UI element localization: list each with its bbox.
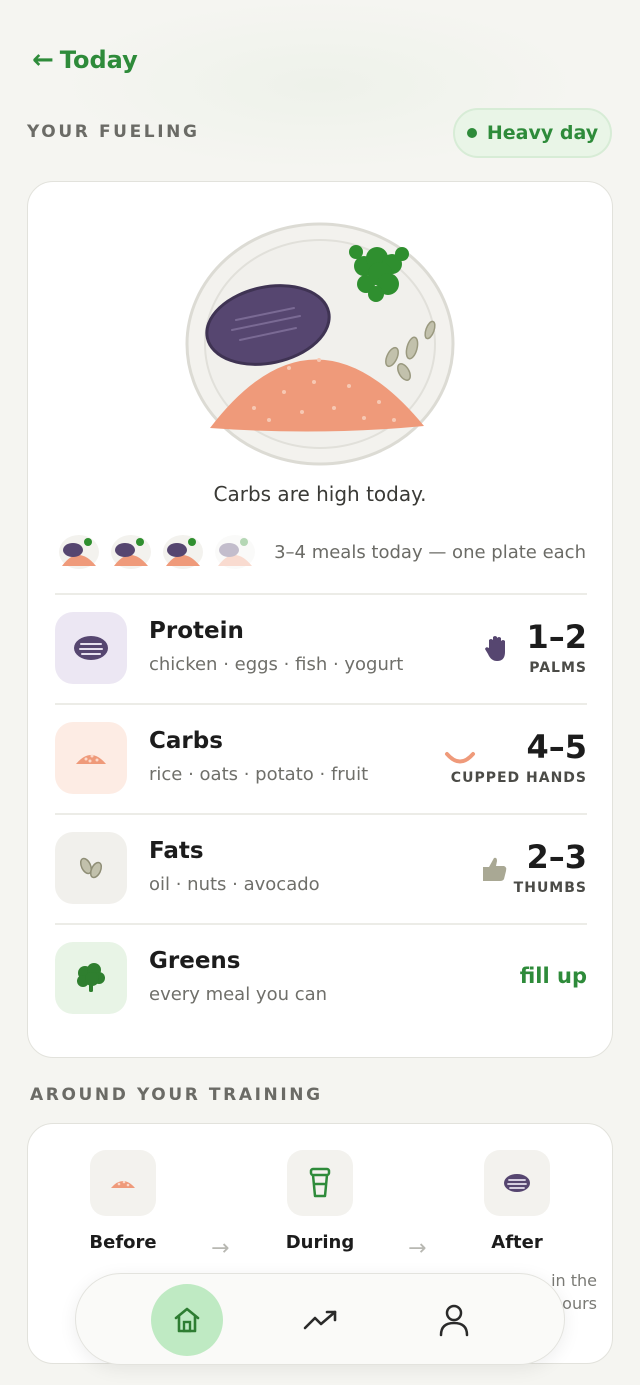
training-label: After: [491, 1232, 543, 1253]
arrow-left-icon: ←: [32, 45, 54, 75]
meal-plate-icon: [59, 535, 99, 569]
nav-progress[interactable]: [285, 1284, 357, 1356]
trending-up-icon: [303, 1310, 337, 1330]
macro-unit: CUPPED HANDS: [450, 770, 587, 786]
fueling-card: Carbs are high today. 3–4 meals today — …: [27, 181, 613, 1058]
macro-name: Greens: [149, 948, 241, 974]
meals-text: 3–4 meals today — one plate each: [274, 541, 586, 563]
macro-row-greens[interactable]: Greens every meal you can fill up: [55, 924, 587, 1034]
plate-caption: Carbs are high today.: [213, 482, 427, 506]
thumb-icon: [477, 852, 511, 886]
palm-icon: [481, 632, 515, 666]
macro-unit: PALMS: [529, 660, 587, 676]
macro-row-fats[interactable]: Fats oil · nuts · avocado 2–3 THUMBS: [55, 814, 587, 924]
meal-plate-icon: [111, 535, 151, 569]
nav-home[interactable]: [151, 1284, 223, 1356]
carbs-icon: [90, 1150, 156, 1216]
macro-name: Fats: [149, 838, 204, 864]
macro-name: Carbs: [149, 728, 223, 754]
macro-foods: chicken · eggs · fish · yogurt: [149, 654, 404, 675]
macro-amount: 1–2: [526, 618, 587, 656]
badge-label: Heavy day: [486, 122, 599, 144]
status-dot-icon: [466, 128, 477, 138]
bottom-nav: [75, 1273, 565, 1365]
macro-amount: 2–3: [526, 838, 587, 876]
drink-cup-icon: [287, 1150, 353, 1216]
meal-plates: [56, 532, 258, 572]
macro-foods: oil · nuts · avocado: [149, 874, 320, 895]
back-label: Today: [59, 46, 138, 74]
meal-plate-optional-icon: [215, 535, 255, 569]
protein-icon: [55, 612, 127, 684]
macro-row-carbs[interactable]: Carbs rice · oats · potato · fruit 4–5 C…: [55, 704, 587, 814]
protein-icon: [484, 1150, 550, 1216]
training-section-title: AROUND YOUR TRAINING: [30, 1085, 323, 1105]
training-label: During: [285, 1232, 355, 1253]
macro-foods: rice · oats · potato · fruit: [149, 764, 369, 785]
macro-name: Protein: [149, 618, 244, 644]
carbs-icon: [55, 722, 127, 794]
meal-plate-icon: [163, 535, 203, 569]
plate-illustration: [184, 222, 456, 472]
macro-unit: THUMBS: [513, 880, 587, 896]
fueling-section-title: YOUR FUELING: [27, 122, 200, 142]
profile-icon: [439, 1304, 469, 1337]
macro-amount: fill up: [519, 964, 587, 988]
day-type-badge[interactable]: Heavy day: [453, 108, 612, 158]
training-label: Before: [89, 1232, 157, 1253]
macro-row-protein[interactable]: Protein chicken · eggs · fish · yogurt 1…: [55, 594, 587, 704]
arrow-right-icon: →: [408, 1236, 427, 1261]
training-before[interactable]: Before Ca: [43, 1150, 203, 1292]
macro-amount: 4–5: [526, 728, 587, 766]
meals-row: 3–4 meals today — one plate each: [56, 532, 586, 572]
arrow-right-icon: →: [211, 1236, 230, 1261]
macro-foods: every meal you can: [149, 984, 328, 1005]
greens-icon: [55, 942, 127, 1014]
back-button[interactable]: ← Today: [32, 42, 138, 78]
home-icon: [174, 1307, 200, 1333]
fats-icon: [55, 832, 127, 904]
nav-profile[interactable]: [418, 1284, 490, 1356]
training-during[interactable]: During W: [240, 1150, 400, 1292]
